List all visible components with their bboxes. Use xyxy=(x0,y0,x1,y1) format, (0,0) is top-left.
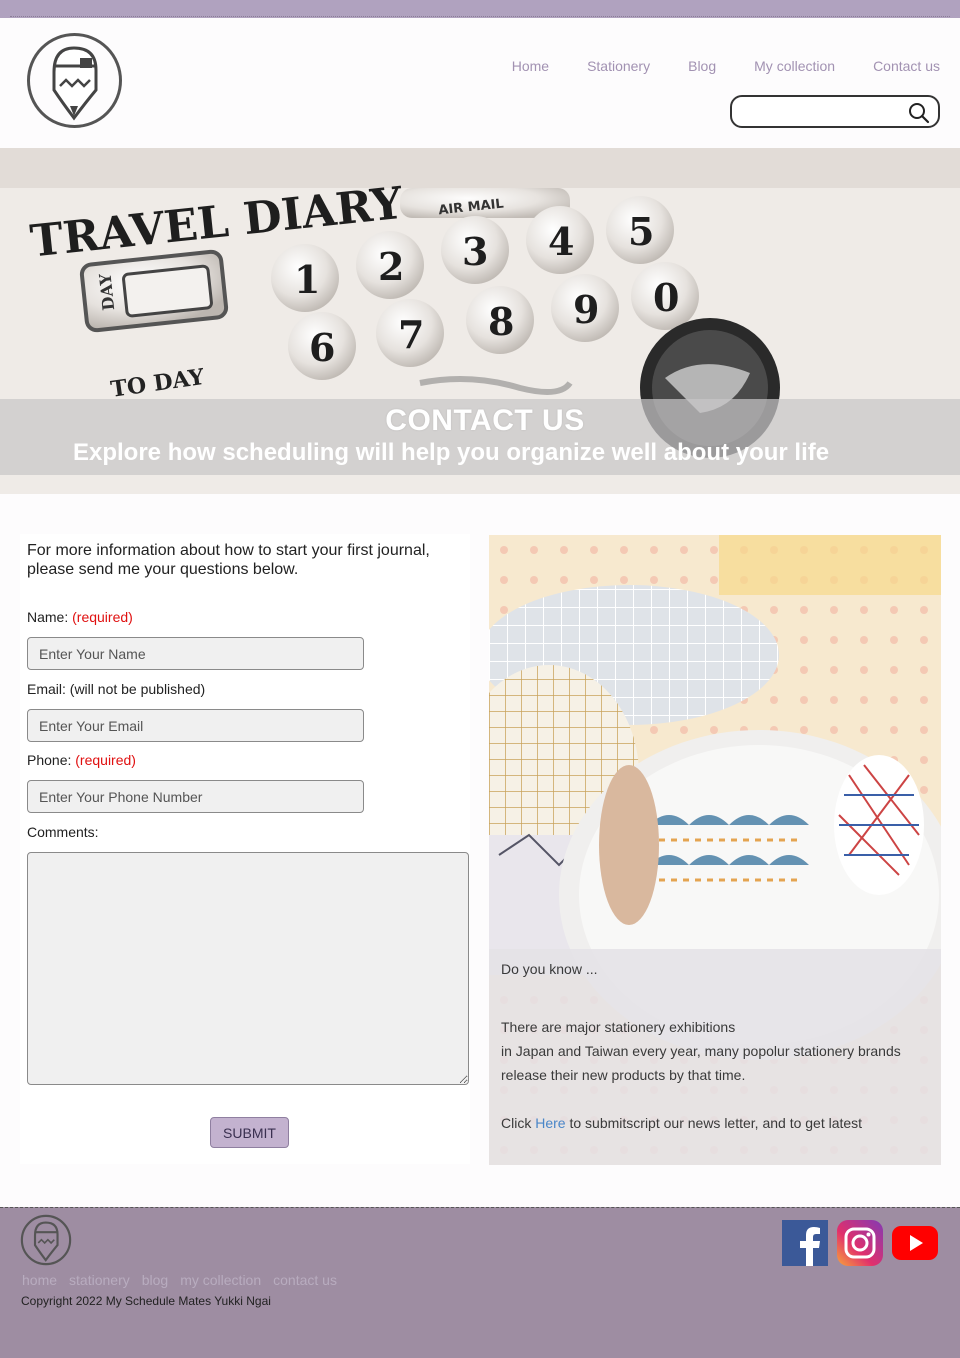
cta-suffix: to submitscript our news letter, and to … xyxy=(565,1115,863,1131)
info-card: Do you know ... There are major statione… xyxy=(489,535,941,1165)
name-required: (required) xyxy=(72,609,133,625)
top-strip xyxy=(0,0,960,18)
nav-stationery[interactable]: Stationery xyxy=(568,58,669,74)
phone-label: Phone: xyxy=(27,752,72,768)
footer-link-my-collection[interactable]: my collection xyxy=(180,1272,261,1288)
nav-blog[interactable]: Blog xyxy=(669,58,735,74)
email-input[interactable] xyxy=(27,709,364,742)
submit-button[interactable]: SUBMIT xyxy=(210,1117,289,1148)
did-you-know-panel: Do you know ... There are major statione… xyxy=(489,949,941,1165)
footer-logo[interactable] xyxy=(20,1214,72,1266)
main-nav: Home Stationery Blog My collection Conta… xyxy=(493,58,940,74)
name-label-row: Name: (required) xyxy=(27,609,133,625)
phone-label-row: Phone: (required) xyxy=(27,752,136,768)
stamp-digit: 0 xyxy=(653,275,679,320)
hero-subtitle: Explore how scheduling will help you org… xyxy=(73,439,830,466)
site-logo[interactable] xyxy=(26,32,123,129)
hero-title: CONTACT US xyxy=(385,404,585,437)
name-label: Name: xyxy=(27,609,69,625)
footer-link-blog[interactable]: blog xyxy=(142,1272,168,1288)
site-header: Home Stationery Blog My collection Conta… xyxy=(0,18,960,148)
info-heading: Do you know ... xyxy=(501,961,598,977)
phone-required: (required) xyxy=(75,752,136,768)
info-line-1: There are major stationery exhibitions xyxy=(501,1019,736,1035)
newsletter-link[interactable]: Here xyxy=(535,1115,565,1131)
youtube-icon[interactable] xyxy=(892,1226,938,1260)
comments-label: Comments: xyxy=(27,824,99,840)
search-input[interactable] xyxy=(742,102,902,122)
search-box xyxy=(730,95,940,128)
nav-my-collection[interactable]: My collection xyxy=(735,58,854,74)
hero-banner: TRAVEL DIARY AIR MAIL DAY TO DAY 1 2 3 4… xyxy=(0,148,960,494)
email-label: Email: (will not be published) xyxy=(27,681,206,697)
stamp-digit: 7 xyxy=(398,312,424,357)
stamp-digit: 6 xyxy=(309,325,335,370)
contact-form: For more information about how to start … xyxy=(20,534,470,1164)
facebook-icon[interactable] xyxy=(782,1220,828,1266)
stamp-day: DAY xyxy=(95,272,118,311)
nav-home[interactable]: Home xyxy=(493,58,568,74)
phone-input[interactable] xyxy=(27,780,364,813)
copyright: Copyright 2022 My Schedule Mates Yukki N… xyxy=(21,1294,271,1308)
search-icon[interactable] xyxy=(908,102,930,124)
stamp-digit: 5 xyxy=(628,209,654,254)
top-strip-border xyxy=(10,16,950,17)
cta-prefix: Click xyxy=(501,1115,536,1131)
comments-textarea[interactable] xyxy=(27,852,469,1085)
site-footer: home stationery blog my collection conta… xyxy=(0,1207,960,1358)
stamp-digit: 8 xyxy=(488,299,514,344)
form-intro: For more information about how to start … xyxy=(27,542,430,578)
footer-link-home[interactable]: home xyxy=(22,1272,57,1288)
stamp-digit: 1 xyxy=(294,257,320,302)
footer-link-contact-us[interactable]: contact us xyxy=(273,1272,337,1288)
info-line-3: release their new products by that time. xyxy=(501,1067,746,1083)
info-line-2: in Japan and Taiwan every year, many pop… xyxy=(501,1043,901,1059)
instagram-icon[interactable] xyxy=(837,1220,883,1266)
footer-nav: home stationery blog my collection conta… xyxy=(22,1272,337,1288)
stamp-digit: 2 xyxy=(378,244,404,289)
stamp-digit: 9 xyxy=(573,287,599,332)
stamp-digit: 3 xyxy=(462,229,488,274)
info-cta: Click Here to submitscript our news lett… xyxy=(501,1111,862,1135)
footer-link-stationery[interactable]: stationery xyxy=(69,1272,130,1288)
nav-contact-us[interactable]: Contact us xyxy=(854,58,940,74)
stamp-digit: 4 xyxy=(548,219,574,264)
name-input[interactable] xyxy=(27,637,364,670)
